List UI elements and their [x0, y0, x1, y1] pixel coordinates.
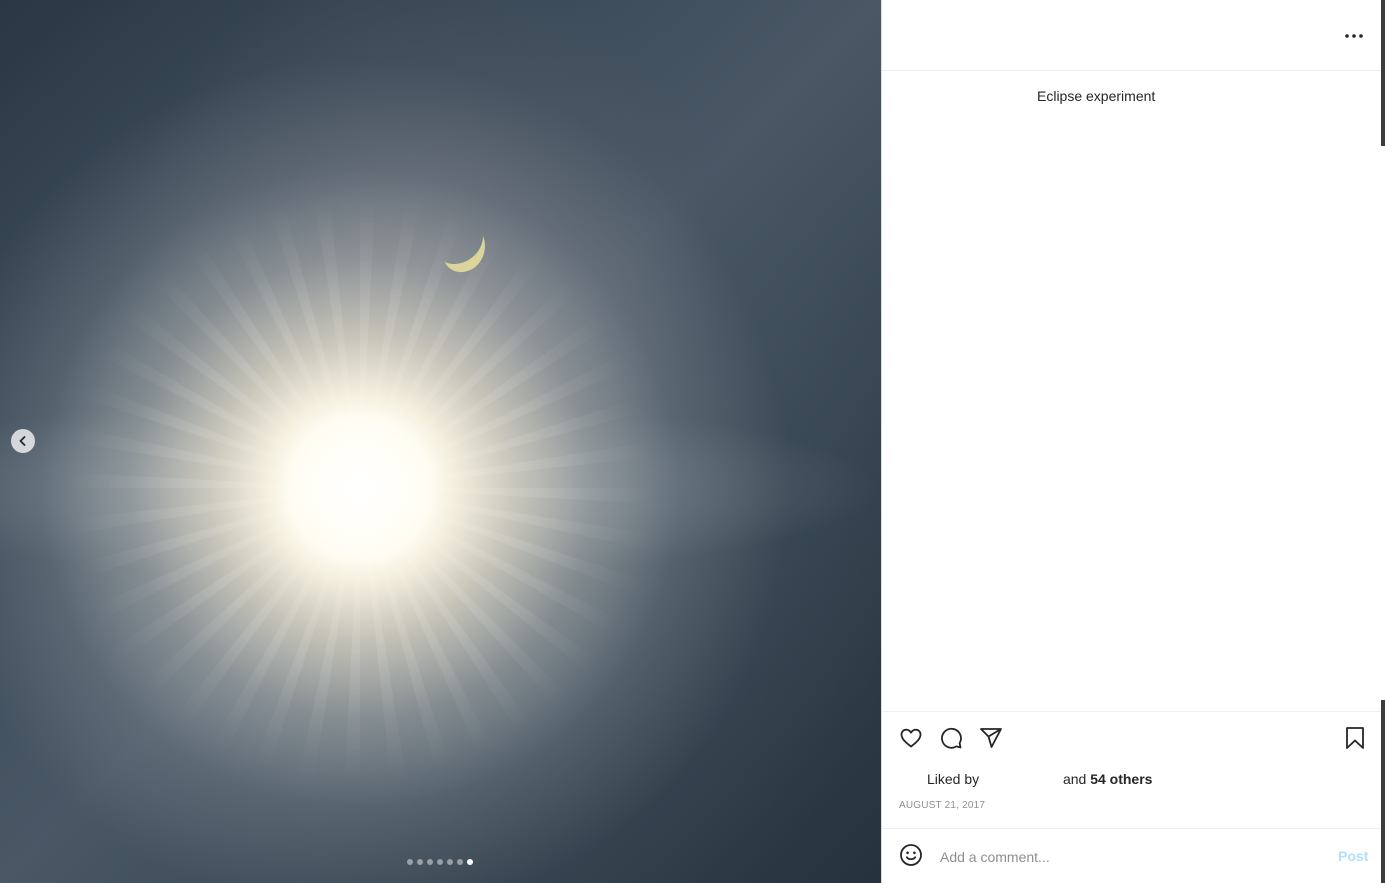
more-horizontal-icon [1345, 34, 1363, 38]
share-button[interactable] [978, 725, 1004, 751]
like-button[interactable] [898, 725, 924, 751]
page-scrollbar[interactable] [1381, 0, 1385, 883]
liked-by-text: Liked by and 54 others [927, 771, 1152, 787]
scrollbar-segment [1381, 0, 1385, 146]
carousel-dot [407, 859, 413, 865]
heart-icon [900, 728, 922, 748]
carousel-dot-active [467, 859, 473, 865]
emoji-button[interactable] [898, 842, 924, 868]
post-header [882, 0, 1382, 71]
post-date[interactable]: AUGUST 21, 2017 [899, 800, 985, 811]
carousel-dot [457, 859, 463, 865]
carousel-dot [447, 859, 453, 865]
previous-slide-button[interactable] [11, 429, 35, 453]
more-options-button[interactable] [1342, 24, 1366, 48]
comment-bar: Post [882, 828, 1382, 883]
liked-by-others-link[interactable]: 54 others [1090, 771, 1152, 787]
liked-by-and: and [1062, 771, 1087, 787]
liked-by-prefix: Liked by [927, 771, 980, 787]
smiley-icon [900, 844, 922, 866]
post-photo[interactable] [0, 0, 881, 883]
paper-plane-icon [980, 728, 1002, 748]
comment-bubble-icon [941, 727, 962, 749]
sun-rays [60, 190, 660, 790]
post-actions: Liked by and 54 others AUGUST 21, 2017 [882, 711, 1382, 829]
bookmark-icon [1346, 727, 1364, 749]
comment-input[interactable] [938, 845, 1312, 869]
chevron-left-icon [19, 436, 26, 446]
carousel-dot [437, 859, 443, 865]
carousel-indicator [407, 859, 473, 865]
post-comment-button[interactable]: Post [1338, 848, 1368, 864]
carousel-dot [427, 859, 433, 865]
save-button[interactable] [1342, 725, 1368, 751]
post-caption: Eclipse experiment [1037, 88, 1156, 104]
comment-button[interactable] [938, 725, 964, 751]
scrollbar-segment [1381, 700, 1385, 883]
post-modal: Eclipse experiment Liked by and 54 other… [0, 0, 1385, 883]
carousel-dot [417, 859, 423, 865]
eclipse-crescent [445, 236, 485, 273]
post-side-panel: Eclipse experiment Liked by and 54 other… [881, 0, 1382, 883]
